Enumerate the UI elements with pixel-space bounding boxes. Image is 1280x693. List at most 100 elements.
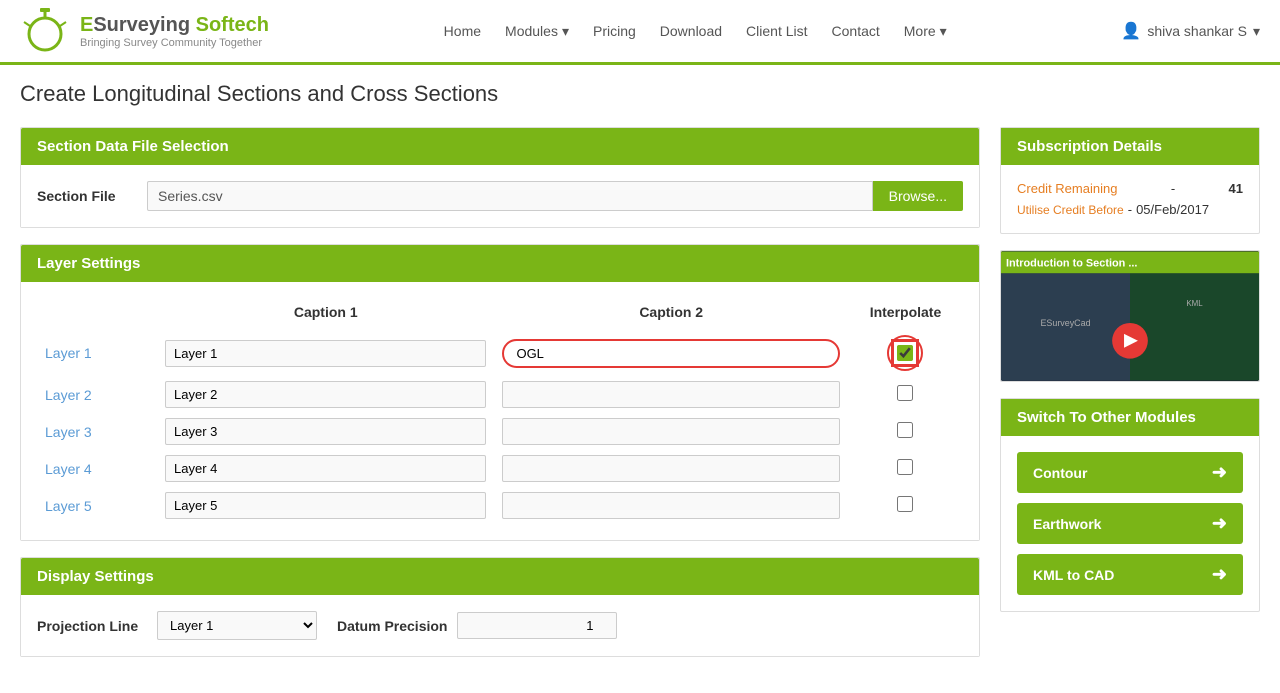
brand-surveying: Surveying [93, 14, 190, 36]
table-row: Layer 1 [37, 330, 963, 376]
table-row: Layer 4 [37, 450, 963, 487]
layer-interpolate-2 [848, 376, 963, 413]
projection-line-select[interactable]: Layer 1Layer 2Layer 3Layer 4Layer 5 [157, 611, 317, 640]
navbar: ESurveying Softech Bringing Survey Commu… [0, 0, 1280, 65]
layer-label-1: Layer 1 [37, 330, 157, 376]
switch-modules-body: Contour ➜ Earthwork➜ KML to CAD ➜ [1001, 436, 1259, 611]
credit-label: Credit Remaining [1017, 181, 1117, 196]
layer-settings-header: Layer Settings [21, 245, 979, 282]
display-settings-header: Display Settings [21, 558, 979, 595]
module-btn-contour[interactable]: Contour ➜ [1017, 452, 1243, 493]
nav-modules[interactable]: Modules ▾ [505, 23, 569, 40]
nav-client-list[interactable]: Client List [746, 23, 807, 39]
nav-more[interactable]: More ▾ [904, 23, 947, 40]
switch-modules-header: Switch To Other Modules [1001, 399, 1259, 436]
brand-tagline: Bringing Survey Community Together [80, 37, 269, 49]
page-title: Create Longitudinal Sections and Cross S… [0, 65, 1280, 107]
layer-label-5: Layer 5 [37, 487, 157, 524]
layer-caption2-2 [494, 376, 848, 413]
layer-caption1-5 [157, 487, 494, 524]
nav-home[interactable]: Home [444, 23, 481, 39]
layer-caption1-input-4[interactable] [165, 455, 486, 482]
layer-caption1-input-3[interactable] [165, 418, 486, 445]
brand-e: E [80, 14, 93, 36]
layer-interpolate-3 [848, 413, 963, 450]
video-bg: Introduction to Section ... ESurveyCad K… [1001, 251, 1259, 381]
credit-value: 41 [1229, 181, 1243, 196]
chevron-down-icon: ▾ [940, 23, 947, 40]
layer-caption2-3 [494, 413, 848, 450]
section-data-body: Section File Series.csv Browse... [21, 165, 979, 227]
layer-caption2-input-4[interactable] [502, 455, 840, 482]
layer-caption1-4 [157, 450, 494, 487]
layer-caption2-input-5[interactable] [502, 492, 840, 519]
brand-softech: Softech [190, 14, 269, 36]
layer-caption1-3 [157, 413, 494, 450]
video-frame-svg: Introduction to Section ... ESurveyCad K… [1001, 251, 1259, 381]
col-interpolate: Interpolate [848, 298, 963, 330]
browse-button[interactable]: Browse... [873, 181, 963, 211]
layer-caption2-input-2[interactable] [502, 381, 840, 408]
layer-label-3: Layer 3 [37, 413, 157, 450]
layer-caption2-4 [494, 450, 848, 487]
nav-download[interactable]: Download [660, 23, 722, 39]
video-card: Introduction to Section ... ESurveyCad K… [1000, 250, 1260, 382]
video-thumbnail[interactable]: Introduction to Section ... ESurveyCad K… [1001, 251, 1259, 381]
user-menu[interactable]: 👤 shiva shankar S ▾ [1121, 21, 1260, 41]
username: shiva shankar S [1147, 23, 1247, 39]
layer-caption2-5 [494, 487, 848, 524]
arrow-icon: ➜ [1212, 462, 1227, 483]
nav-contact[interactable]: Contact [832, 23, 880, 39]
module-btn-earthwork[interactable]: Earthwork➜ [1017, 503, 1243, 544]
layer-interpolate-1 [848, 330, 963, 376]
nav-pricing[interactable]: Pricing [593, 23, 636, 39]
datum-precision-input[interactable] [457, 612, 617, 639]
switch-modules-card: Switch To Other Modules Contour ➜ Earthwor… [1000, 398, 1260, 612]
table-row: Layer 5 [37, 487, 963, 524]
layer-caption1-input-2[interactable] [165, 381, 486, 408]
utilise-row: Utilise Credit Before - 05/Feb/2017 [1017, 202, 1243, 217]
module-label: KML to CAD [1033, 567, 1114, 583]
interpolate-checkbox-5[interactable] [897, 496, 913, 512]
interpolate-checkbox-2[interactable] [897, 385, 913, 401]
arrow-icon: ➜ [1212, 564, 1227, 585]
svg-text:ESurveyCad: ESurveyCad [1040, 318, 1090, 328]
svg-text:Introduction to Section ...: Introduction to Section ... [1006, 257, 1137, 269]
layer-interpolate-5 [848, 487, 963, 524]
user-dropdown-icon: ▾ [1253, 23, 1260, 40]
table-row: Layer 3 [37, 413, 963, 450]
utilise-label: Utilise Credit Before [1017, 203, 1124, 217]
credit-row: Credit Remaining - 41 [1017, 181, 1243, 196]
file-input-group: Series.csv Browse... [147, 181, 963, 211]
layer-caption1-input-5[interactable] [165, 492, 486, 519]
datum-precision-label: Datum Precision [337, 618, 447, 634]
brand-text: ESurveying Softech Bringing Survey Commu… [80, 14, 269, 49]
layer-label-2: Layer 2 [37, 376, 157, 413]
section-file-label: Section File [37, 188, 137, 204]
brand-logo [20, 6, 70, 56]
svg-text:KML: KML [1186, 299, 1203, 308]
layer-caption2-input-1[interactable] [502, 339, 840, 368]
table-row: Layer 2 [37, 376, 963, 413]
layer-label-4: Layer 4 [37, 450, 157, 487]
subscription-header: Subscription Details [1001, 128, 1259, 165]
module-btn-kml-to-cad[interactable]: KML to CAD ➜ [1017, 554, 1243, 595]
left-column: Section Data File Selection Section File… [20, 127, 980, 673]
layer-caption1-input-1[interactable] [165, 340, 486, 367]
section-data-card: Section Data File Selection Section File… [20, 127, 980, 228]
interpolate-highlight-1 [887, 335, 923, 371]
module-label: Earthwork [1033, 516, 1101, 532]
layer-caption2-input-3[interactable] [502, 418, 840, 445]
layer-caption2-1 [494, 330, 848, 376]
interpolate-checkbox-3[interactable] [897, 422, 913, 438]
brand-name: ESurveying Softech [80, 14, 269, 37]
interpolate-checkbox-4[interactable] [897, 459, 913, 475]
section-file-row: Section File Series.csv Browse... [37, 181, 963, 211]
interpolate-checkbox-1[interactable] [897, 345, 913, 361]
projection-line-field: Projection Line Layer 1Layer 2Layer 3Lay… [37, 611, 317, 640]
projection-line-label: Projection Line [37, 618, 147, 634]
section-data-header: Section Data File Selection [21, 128, 979, 165]
module-label: Contour [1033, 465, 1087, 481]
layer-caption1-2 [157, 376, 494, 413]
layer-caption1-1 [157, 330, 494, 376]
